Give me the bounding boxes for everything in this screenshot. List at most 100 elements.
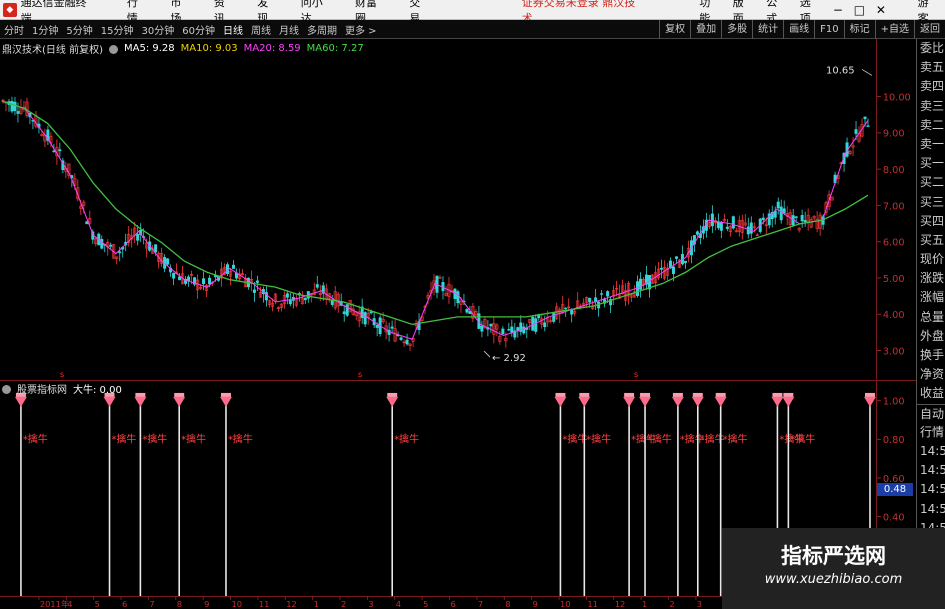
side-item[interactable]: 卖二 (917, 116, 945, 135)
side-item[interactable]: 收益 (917, 384, 945, 403)
side-item[interactable]: 卖三 (917, 97, 945, 116)
period-multi[interactable]: 多周期 (303, 22, 341, 37)
btn-tongji[interactable]: 统计 (752, 20, 783, 39)
indicator-tick-label: 0.80 (883, 435, 905, 446)
signal-label: *擒牛 (228, 432, 253, 445)
candle-body (863, 116, 867, 120)
side-item[interactable]: 14:56 (917, 461, 945, 480)
candle-body (683, 260, 687, 263)
time-tick-label: 6 (450, 599, 455, 609)
period-1min[interactable]: 1分钟 (28, 22, 62, 37)
candle-body (399, 337, 403, 340)
watermark-url: www.xuezhibiao.com (764, 572, 903, 587)
minimize-icon[interactable]: − (827, 3, 848, 17)
price-tick-label: 6.00 (883, 238, 905, 249)
side-item[interactable]: 现价 (917, 250, 945, 269)
candle-body (231, 264, 235, 269)
side-item[interactable]: 买三 (917, 193, 945, 212)
signal-diamond-icon (714, 396, 727, 407)
btn-huaxian[interactable]: 画线 (783, 20, 814, 39)
side-item[interactable]: 总量 (917, 308, 945, 327)
candle-body (854, 129, 858, 134)
period-fenshi[interactable]: 分时 (0, 22, 28, 37)
side-item[interactable]: 14:56 (917, 480, 945, 499)
time-tick-label: 1 (314, 599, 319, 609)
side-item[interactable]: 自动 (917, 403, 945, 423)
signal-diamond-icon (771, 396, 784, 407)
period-15min[interactable]: 15分钟 (97, 22, 138, 37)
close-icon[interactable]: ✕ (870, 3, 891, 17)
signal-diamond-icon (782, 396, 795, 407)
btn-zixuan[interactable]: +自选 (874, 20, 914, 39)
signal-diamond-icon (691, 396, 704, 407)
maximize-icon[interactable]: □ (849, 3, 870, 17)
split-marker: s (60, 370, 64, 379)
ma60-line (1, 100, 869, 326)
ma20-label: MA20: 8.59 (243, 43, 301, 54)
signal-diamond-icon (578, 396, 591, 407)
indicator-name[interactable]: 股票指标网 (17, 381, 67, 396)
btn-fanhui[interactable]: 返回 (914, 20, 945, 39)
period-daily[interactable]: 日线 (219, 22, 247, 37)
indicator-settings-icon[interactable] (2, 385, 11, 394)
btn-duogu[interactable]: 多股 (721, 20, 752, 39)
period-more[interactable]: 更多 > (341, 22, 381, 37)
split-marker: s (634, 370, 638, 379)
period-weekly[interactable]: 周线 (247, 22, 275, 37)
side-item[interactable]: 买二 (917, 173, 945, 192)
candle-body (118, 251, 122, 254)
candle-body (345, 304, 349, 316)
candle-body (390, 326, 394, 329)
period-5min[interactable]: 5分钟 (62, 22, 96, 37)
candle-body (507, 329, 511, 331)
side-item[interactable]: 卖一 (917, 135, 945, 154)
side-item[interactable]: 买一 (917, 154, 945, 173)
price-chart[interactable]: 10.65 ← 2.92 s s s (0, 39, 876, 380)
signal-diamond-cap-icon (640, 392, 651, 397)
time-tick-label: 5 (95, 599, 100, 609)
candle-body (803, 220, 807, 223)
settings-circle-icon[interactable] (108, 45, 118, 54)
signal-label: *擒牛 (394, 432, 419, 445)
indicator-current-value: 0.48 (877, 483, 913, 496)
btn-fuquan[interactable]: 复权 (659, 20, 690, 39)
side-item[interactable]: 涨跌 (917, 269, 945, 288)
side-item[interactable]: 涨幅 (917, 288, 945, 307)
candle-body (252, 289, 256, 293)
side-item[interactable]: 买四 (917, 212, 945, 231)
side-item[interactable]: 卖五 (917, 58, 945, 77)
time-tick-label: 2 (669, 599, 674, 609)
side-item[interactable]: 买五 (917, 231, 945, 250)
candle-body (776, 201, 780, 209)
signal-diamond-cap-icon (783, 392, 794, 397)
candle-body (516, 327, 520, 331)
side-item[interactable]: 14:56 (917, 500, 945, 519)
stock-label[interactable]: 鼎汉技术(日线 前复权) (2, 41, 103, 56)
side-item[interactable]: 外盘 (917, 327, 945, 346)
side-item[interactable]: 换手 (917, 346, 945, 365)
side-item[interactable]: 卖四 (917, 77, 945, 96)
price-tick-label: 5.00 (883, 274, 905, 285)
btn-diejia[interactable]: 叠加 (690, 20, 721, 39)
candle-body (489, 323, 493, 327)
time-tick-label: 3 (368, 599, 373, 609)
side-item[interactable]: 14:56 (917, 442, 945, 461)
signal-diamond-icon (134, 396, 147, 407)
side-item[interactable]: 净资 (917, 365, 945, 384)
time-tick-label: 10 (231, 599, 242, 609)
candle-body (202, 278, 206, 285)
candle-body (154, 244, 158, 253)
candle-body (782, 208, 786, 214)
period-30min[interactable]: 30分钟 (137, 22, 178, 37)
period-60min[interactable]: 60分钟 (178, 22, 219, 37)
candle-body (588, 297, 592, 303)
candle-body (671, 266, 675, 274)
period-monthly[interactable]: 月线 (275, 22, 303, 37)
candle-body (779, 206, 783, 221)
btn-biaoji[interactable]: 标记 (843, 20, 875, 39)
watermark-title: 指标严选网 (781, 544, 886, 568)
side-item[interactable]: 行情 (917, 423, 945, 442)
signal-diamond-icon (864, 396, 876, 407)
side-item[interactable]: 委比 (917, 39, 945, 58)
btn-f10[interactable]: F10 (814, 20, 843, 39)
